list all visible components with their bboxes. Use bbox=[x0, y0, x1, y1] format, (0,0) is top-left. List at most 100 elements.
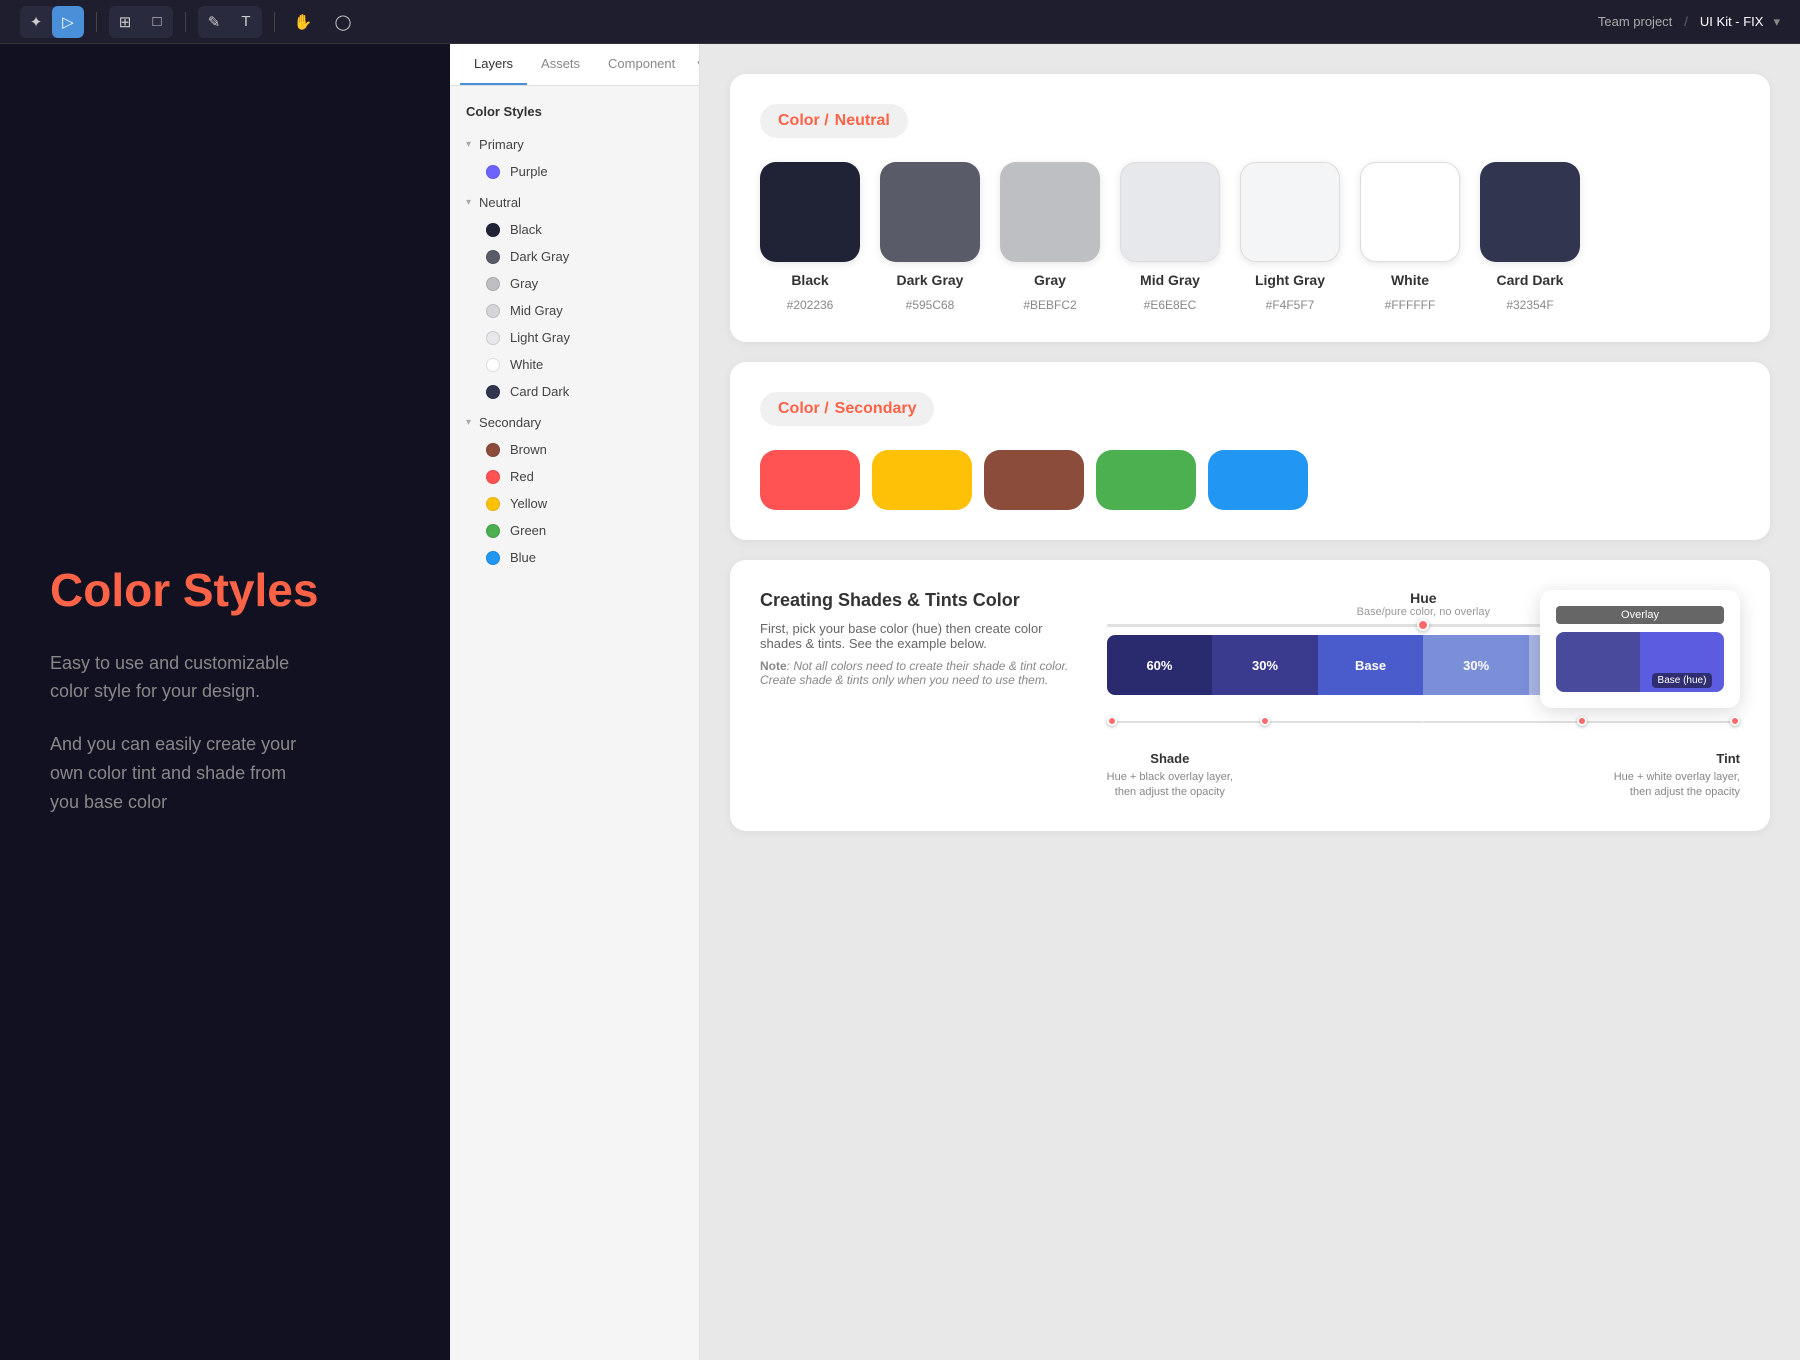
tab-arrow[interactable]: ▾ bbox=[689, 44, 700, 85]
main-layout: Color Styles Easy to use and customizabl… bbox=[0, 44, 1800, 1360]
tool-frame[interactable]: ⊞ bbox=[109, 6, 141, 38]
tool-group-select: ✦ ▷ bbox=[20, 6, 84, 38]
style-group-neutral: ▾ Neutral Black Dark Gray Gray Mid bbox=[450, 189, 699, 405]
neutral-badge-highlight: Neutral bbox=[835, 112, 890, 130]
secondary-badge-plain: Color / bbox=[778, 400, 829, 418]
style-group-secondary: ▾ Secondary Brown Red Yellow Green bbox=[450, 409, 699, 571]
color-name-gray: Gray bbox=[1034, 272, 1066, 288]
color-name-white: White bbox=[1391, 272, 1429, 288]
secondary-swatch-green bbox=[1096, 450, 1196, 510]
secondary-swatch-brown bbox=[984, 450, 1084, 510]
toolbar-separator-3 bbox=[274, 12, 275, 32]
color-name-light-gray: Light Gray bbox=[1255, 272, 1325, 288]
title-highlight: Styles bbox=[183, 564, 319, 616]
overlay-colors: Base (hue) bbox=[1556, 632, 1724, 692]
tool-pen[interactable]: ✎ bbox=[198, 6, 230, 38]
toolbar-left: ✦ ▷ ⊞ □ ✎ T ✋ ◯ bbox=[20, 6, 359, 38]
color-dot-gray bbox=[486, 277, 500, 291]
style-item-dark-gray[interactable]: Dark Gray bbox=[450, 243, 699, 270]
style-item-brown[interactable]: Brown bbox=[450, 436, 699, 463]
shade-label-title: Shade bbox=[1107, 751, 1233, 766]
toolbar-separator-2 bbox=[185, 12, 186, 32]
style-item-green[interactable]: Green bbox=[450, 517, 699, 544]
color-dot-card-dark bbox=[486, 385, 500, 399]
tool-hand[interactable]: ✋ bbox=[287, 6, 319, 38]
shade-segment-60-dark: 60% bbox=[1107, 635, 1213, 695]
tint-label-title: Tint bbox=[1614, 751, 1740, 766]
style-group-header-primary[interactable]: ▾ Primary bbox=[450, 131, 699, 158]
style-item-yellow[interactable]: Yellow bbox=[450, 490, 699, 517]
description-1: Easy to use and customizable color style… bbox=[50, 649, 400, 707]
color-dot-dark-gray bbox=[486, 250, 500, 264]
tint-label: Tint Hue + white overlay layer, then adj… bbox=[1614, 751, 1740, 801]
style-group-header-neutral[interactable]: ▾ Neutral bbox=[450, 189, 699, 216]
shades-desc: First, pick your base color (hue) then c… bbox=[760, 621, 1077, 651]
style-item-blue[interactable]: Blue bbox=[450, 544, 699, 571]
style-item-black[interactable]: Black bbox=[450, 216, 699, 243]
sidebar-content: Color Styles ▾ Primary Purple ▾ Neutral bbox=[450, 86, 699, 1360]
color-name-black: Black bbox=[791, 272, 828, 288]
overlay-color-main: Base (hue) bbox=[1640, 632, 1724, 692]
color-hex-mid-gray: #E6E8EC bbox=[1144, 298, 1197, 312]
slider-handle-left[interactable] bbox=[1107, 716, 1117, 726]
tool-move[interactable]: ▷ bbox=[52, 6, 84, 38]
secondary-badge-highlight: Secondary bbox=[835, 400, 917, 418]
tool-shape[interactable]: □ bbox=[141, 6, 173, 38]
tab-component[interactable]: Component bbox=[594, 44, 689, 85]
shades-note-bold: Note bbox=[760, 659, 787, 673]
slider-handle-center[interactable] bbox=[1417, 619, 1429, 631]
style-item-red[interactable]: Red bbox=[450, 463, 699, 490]
description-2: And you can easily create your own color… bbox=[50, 730, 400, 816]
style-item-purple[interactable]: Purple bbox=[450, 158, 699, 185]
slider-handle-right[interactable] bbox=[1730, 716, 1740, 726]
bottom-slider-area bbox=[1107, 711, 1740, 731]
color-hex-card-dark: #32354F bbox=[1506, 298, 1553, 312]
color-card-card-dark: Card Dark #32354F bbox=[1480, 162, 1580, 312]
style-item-label-card-dark: Card Dark bbox=[510, 384, 569, 399]
color-swatch-white bbox=[1360, 162, 1460, 262]
shade-label-sub: Hue + black overlay layer, then adjust t… bbox=[1107, 770, 1233, 801]
style-item-card-dark[interactable]: Card Dark bbox=[450, 378, 699, 405]
shade-segment-30-dark: 30% bbox=[1212, 635, 1318, 695]
secondary-color-section: Color / Secondary bbox=[730, 362, 1770, 540]
color-hex-light-gray: #F4F5F7 bbox=[1266, 298, 1315, 312]
breadcrumb-separator: / bbox=[1684, 14, 1688, 29]
tool-comment[interactable]: ◯ bbox=[327, 6, 359, 38]
shade-label: Shade Hue + black overlay layer, then ad… bbox=[1107, 751, 1233, 801]
tab-layers[interactable]: Layers bbox=[460, 44, 527, 85]
toolbar: ✦ ▷ ⊞ □ ✎ T ✋ ◯ Team project / UI Kit - … bbox=[0, 0, 1800, 44]
tab-assets[interactable]: Assets bbox=[527, 44, 594, 85]
slider-handle-left-mid[interactable] bbox=[1260, 716, 1270, 726]
style-item-label-green: Green bbox=[510, 523, 546, 538]
style-item-light-gray[interactable]: Light Gray bbox=[450, 324, 699, 351]
neutral-color-section: Color / Neutral Black #202236 Dark Gray … bbox=[730, 74, 1770, 342]
style-item-mid-gray[interactable]: Mid Gray bbox=[450, 297, 699, 324]
overlay-badge: Overlay bbox=[1556, 606, 1724, 624]
chevron-down-icon: ▾ bbox=[466, 139, 471, 150]
color-swatch-mid-gray bbox=[1120, 162, 1220, 262]
tool-text[interactable]: T bbox=[230, 6, 262, 38]
style-item-gray[interactable]: Gray bbox=[450, 270, 699, 297]
tool-vector[interactable]: ✦ bbox=[20, 6, 52, 38]
color-swatch-light-gray bbox=[1240, 162, 1340, 262]
shades-tints-panel: Creating Shades & Tints Color First, pic… bbox=[730, 560, 1770, 831]
style-group-header-secondary[interactable]: ▾ Secondary bbox=[450, 409, 699, 436]
chevron-down-icon-neutral: ▾ bbox=[466, 197, 471, 208]
slider-handle-right-mid[interactable] bbox=[1577, 716, 1587, 726]
left-panel: Color Styles Easy to use and customizabl… bbox=[0, 44, 450, 1360]
color-dot-yellow bbox=[486, 497, 500, 511]
style-item-label-purple: Purple bbox=[510, 164, 548, 179]
shades-note-text: : Not all colors need to create their sh… bbox=[760, 659, 1068, 687]
sidebar-tabs: Layers Assets Component ▾ bbox=[450, 44, 699, 86]
color-name-mid-gray: Mid Gray bbox=[1140, 272, 1200, 288]
page-title: Color Styles bbox=[50, 563, 400, 618]
shade-labels: Shade Hue + black overlay layer, then ad… bbox=[1107, 751, 1740, 801]
color-swatch-black bbox=[760, 162, 860, 262]
color-dot-purple bbox=[486, 165, 500, 179]
tint-label-sub: Hue + white overlay layer, then adjust t… bbox=[1614, 770, 1740, 801]
neutral-color-grid: Black #202236 Dark Gray #595C68 Gray #BE… bbox=[760, 162, 1740, 312]
canvas-content: Color / Neutral Black #202236 Dark Gray … bbox=[700, 44, 1800, 1360]
color-card-gray: Gray #BEBFC2 bbox=[1000, 162, 1100, 312]
style-item-white[interactable]: White bbox=[450, 351, 699, 378]
color-hex-dark-gray: #595C68 bbox=[906, 298, 955, 312]
